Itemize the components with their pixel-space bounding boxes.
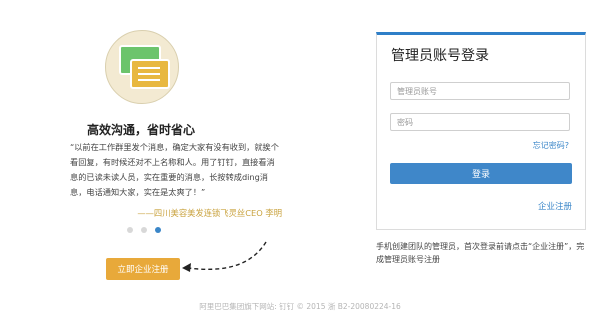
promo-panel: 高效沟通，省时省心 “以前在工作群里发个消息，确定大家有没有收到，就挨个看回复，… [0,0,350,300]
enterprise-register-button[interactable]: 立即企业注册 [106,258,180,280]
promo-headline: 高效沟通，省时省心 [86,123,195,137]
login-title: 管理员账号登录 [391,48,489,64]
carousel-dot-3[interactable] [155,227,161,233]
dashed-arrow-icon [182,241,267,272]
footer: 阿里巴巴集团旗下网站: 钉钉 © 2015 浙 B2-20080224-16 [199,302,401,311]
testimonial-quote: “以前在工作群里发个消息，确定大家有没有收到，就挨个看回复，有时候还对不上名称和… [70,142,279,197]
corp-register-link[interactable]: 企业注册 [538,200,572,212]
login-card: 管理员账号登录 忘记密码? 登录 企业注册 [376,32,586,230]
carousel-dots [127,227,161,233]
chat-bubbles-icon [105,30,179,104]
account-input[interactable] [390,82,570,100]
carousel-dot-2[interactable] [141,227,147,233]
password-input[interactable] [390,113,570,131]
testimonial-signature: ——四川美容美发连锁飞灵丝CEO 李明 [137,208,282,218]
carousel-dot-1[interactable] [127,227,133,233]
login-button[interactable]: 登录 [390,163,572,184]
admin-tip: 手机创建团队的管理员，首次登录前请点击“企业注册”，完成管理员账号注册 [376,242,585,264]
yellow-bubble-icon [130,59,170,89]
forgot-password-link[interactable]: 忘记密码? [533,140,569,151]
